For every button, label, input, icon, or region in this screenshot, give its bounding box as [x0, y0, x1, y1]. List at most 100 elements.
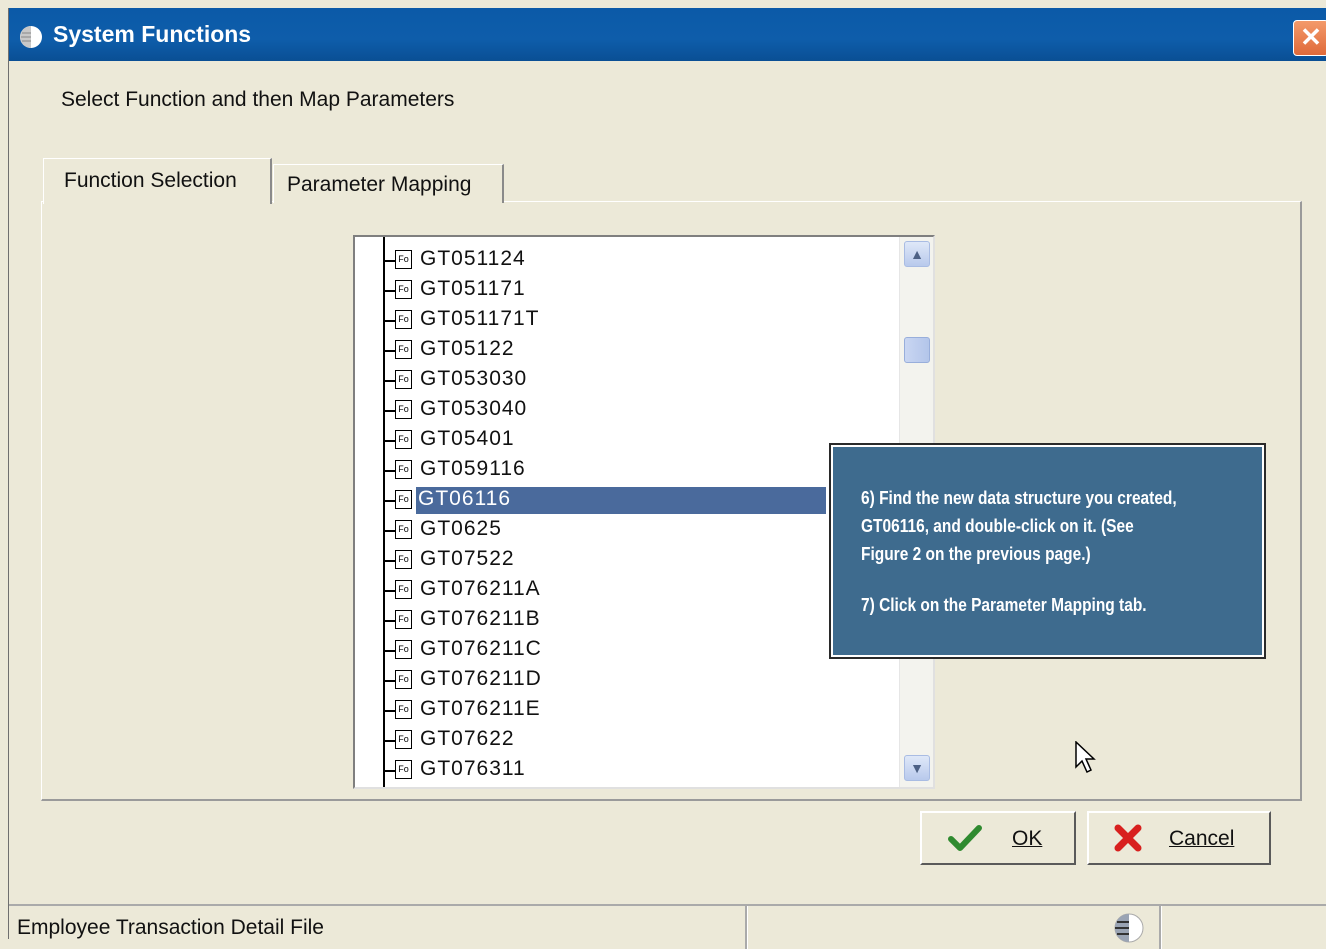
function-file-icon: Fo [395, 310, 412, 329]
tree-branch-line [383, 620, 395, 622]
status-divider [1159, 906, 1162, 949]
mouse-pointer-icon [1075, 741, 1096, 774]
tree-item[interactable]: Fo GT05401 [383, 425, 843, 455]
tree-item-label: GT053040 [420, 397, 528, 420]
tree-item-label: GT053030 [420, 367, 528, 390]
tree-item[interactable]: Fo GT07522 [383, 545, 843, 575]
function-file-icon: Fo [395, 580, 412, 599]
checkmark-icon [948, 825, 982, 851]
function-file-icon: Fo [395, 730, 412, 749]
ok-label: OK [1012, 827, 1043, 850]
tree-item[interactable]: Fo GT076311 [383, 755, 843, 785]
tree-branch-line [383, 260, 395, 262]
tutorial-callout: 6) Find the new data structure you creat… [829, 443, 1266, 659]
tab-label: Parameter Mapping [287, 173, 472, 196]
function-file-icon: Fo [395, 280, 412, 299]
system-functions-window: System Functions ✕ Select Function and t… [8, 8, 1326, 949]
close-button[interactable]: ✕ [1293, 20, 1326, 56]
cancel-label: Cancel [1169, 827, 1235, 850]
function-file-icon: Fo [395, 610, 412, 629]
status-bar: Employee Transaction Detail File [9, 904, 1326, 949]
tree-item[interactable]: Fo GT051124 [383, 245, 843, 275]
scroll-up-button[interactable]: ▲ [904, 241, 930, 267]
tree-item[interactable]: Fo GT053040 [383, 395, 843, 425]
tree-item-label: GT076211A [420, 577, 541, 600]
tree-branch-line [383, 500, 395, 502]
tree-item[interactable]: Fo GT076211E [383, 695, 843, 725]
cancel-button[interactable]: Cancel [1087, 811, 1271, 865]
tree-item-label: GT076211B [420, 607, 541, 630]
tree-item-label: GT05401 [420, 427, 515, 450]
tab-label: Function Selection [64, 169, 237, 192]
tree-branch-line [383, 590, 395, 592]
callout-step-6: 6) Find the new data structure you creat… [861, 488, 1177, 564]
tree-item-label: GT051124 [420, 247, 526, 270]
tree-branch-line [383, 710, 395, 712]
scroll-thumb[interactable] [904, 337, 930, 363]
function-file-icon: Fo [395, 340, 412, 359]
function-file-icon: Fo [395, 250, 412, 269]
tree-item-label: GT076211E [420, 697, 541, 720]
tab-parameter-mapping[interactable]: Parameter Mapping [273, 164, 504, 203]
scroll-down-button[interactable]: ▼ [904, 755, 930, 781]
tree-item[interactable]: Fo GT076211B [383, 605, 843, 635]
tree-branch-line [383, 320, 395, 322]
tree-item-label: GT059116 [420, 457, 526, 480]
tree-item[interactable]: Fo GT059116 [383, 455, 843, 485]
function-file-icon: Fo [395, 520, 412, 539]
tree-item[interactable]: Fo GT06116 [383, 485, 843, 515]
function-file-icon: Fo [395, 430, 412, 449]
tree-item[interactable]: Fo GT0625 [383, 515, 843, 545]
instruction-text: Select Function and then Map Parameters [61, 88, 455, 111]
tree-item-label: GT051171 [420, 277, 526, 300]
network-globe-icon [1114, 913, 1144, 943]
function-file-icon: Fo [395, 760, 412, 779]
status-text: Employee Transaction Detail File [17, 916, 324, 939]
tree-item[interactable]: Fo GT076211D [383, 665, 843, 695]
tree-branch-line [383, 470, 395, 472]
tree-item[interactable]: Fo GT051171 [383, 275, 843, 305]
tree-item[interactable]: Fo GT051171T [383, 305, 843, 335]
tree-item-label: GT051171T [420, 307, 540, 330]
chevron-up-icon: ▲ [910, 246, 924, 262]
tree-branch-line [383, 380, 395, 382]
tab-function-selection[interactable]: Function Selection [43, 158, 272, 204]
callout-step-7: 7) Click on the Parameter Mapping tab. [861, 595, 1147, 615]
window-title: System Functions [53, 21, 252, 47]
function-file-icon: Fo [395, 460, 412, 479]
tree-item[interactable]: Fo GT053030 [383, 365, 843, 395]
tree-branch-line [383, 680, 395, 682]
close-icon: ✕ [1300, 22, 1322, 52]
function-file-icon: Fo [395, 400, 412, 419]
chevron-down-icon: ▼ [910, 760, 924, 776]
tree-branch-line [383, 770, 395, 772]
function-file-icon: Fo [395, 700, 412, 719]
tree-item[interactable]: Fo GT076211C [383, 635, 843, 665]
tree-item-label: GT07522 [420, 547, 515, 570]
app-globe-icon [20, 26, 42, 48]
tree-item[interactable]: Fo GT05122 [383, 335, 843, 365]
tree-branch-line [383, 410, 395, 412]
function-file-icon: Fo [395, 490, 412, 509]
tree-item[interactable]: Fo GT076211A [383, 575, 843, 605]
ok-button[interactable]: OK [920, 811, 1076, 865]
tree-branch-line [383, 740, 395, 742]
tree-item-label: GT0625 [420, 517, 502, 540]
tree-branch-line [383, 290, 395, 292]
tree-branch-line [383, 560, 395, 562]
tree-item-label: GT076211D [420, 667, 542, 690]
tree-item[interactable]: Fo GT07622 [383, 725, 843, 755]
tree-branch-line [383, 440, 395, 442]
function-file-icon: Fo [395, 370, 412, 389]
status-divider [745, 906, 748, 949]
function-file-icon: Fo [395, 670, 412, 689]
tree-branch-line [383, 650, 395, 652]
tree-item-label: GT07622 [420, 727, 515, 750]
tree-item-label: GT06116 [416, 487, 826, 514]
tree-item-label: GT076311 [420, 757, 526, 780]
red-x-icon [1114, 824, 1142, 852]
function-file-icon: Fo [395, 640, 412, 659]
tree-branch-line [383, 350, 395, 352]
tree-branch-line [383, 530, 395, 532]
tree-item-label: GT05122 [420, 337, 515, 360]
